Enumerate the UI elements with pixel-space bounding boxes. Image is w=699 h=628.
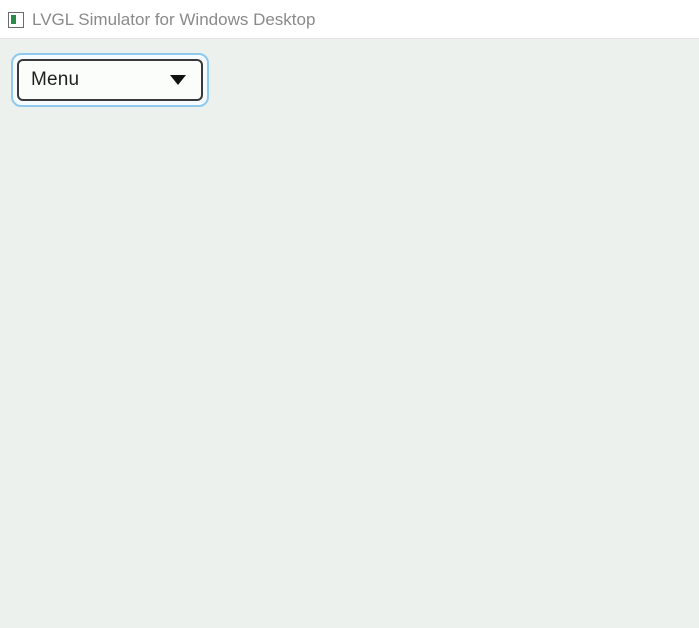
- menu-dropdown[interactable]: Menu: [11, 53, 209, 107]
- window: LVGL Simulator for Windows Desktop Menu: [0, 0, 699, 628]
- chevron-down-icon: [169, 74, 187, 86]
- client-area: Menu: [0, 39, 699, 628]
- dropdown-selected-label: Menu: [31, 69, 79, 91]
- titlebar[interactable]: LVGL Simulator for Windows Desktop: [0, 1, 699, 39]
- app-icon: [8, 12, 24, 28]
- window-title: LVGL Simulator for Windows Desktop: [32, 10, 315, 30]
- menu-dropdown-inner[interactable]: Menu: [17, 59, 203, 101]
